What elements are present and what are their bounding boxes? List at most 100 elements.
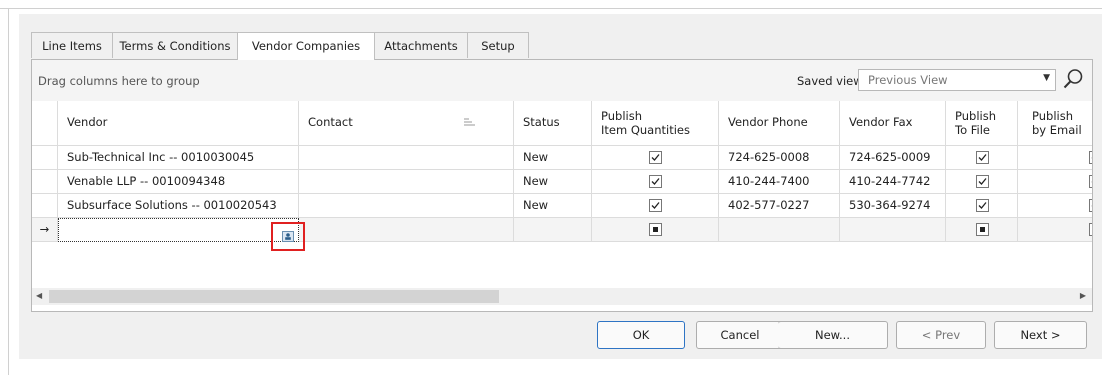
vendor-fax-cell[interactable]: 410-244-7742 xyxy=(840,170,946,194)
checkbox[interactable] xyxy=(649,175,662,188)
new-row-fax-cell[interactable] xyxy=(840,218,946,242)
publish-file-cell[interactable] xyxy=(946,146,1018,170)
publish-email-cell[interactable] xyxy=(1018,170,1092,194)
vendor-cell-text: Venable LLP -- 0010094348 xyxy=(67,174,226,188)
column-header-phone-label: Vendor Phone xyxy=(728,115,808,129)
status-cell[interactable]: New xyxy=(514,146,592,170)
new-row-publish-file-cell[interactable] xyxy=(946,218,1018,242)
vendor-fax-cell-text: 724-625-0009 xyxy=(849,150,931,164)
column-header-vendor-phone[interactable]: Vendor Phone xyxy=(719,101,840,146)
checkbox[interactable] xyxy=(975,151,989,164)
arrow-right-icon: → xyxy=(39,222,50,236)
prev-button[interactable]: < Prev xyxy=(896,321,986,349)
status-cell-text: New xyxy=(523,198,549,212)
column-header-contact[interactable]: Contact xyxy=(299,101,514,146)
new-button[interactable]: New... xyxy=(778,321,888,349)
checkbox[interactable] xyxy=(1089,223,1092,236)
column-header-publish-file[interactable]: Publish To File xyxy=(946,101,1018,146)
checkbox[interactable] xyxy=(975,175,989,188)
column-header-vendor[interactable]: Vendor xyxy=(58,101,299,146)
column-header-publish-quantities-label: Publish Item Quantities xyxy=(601,109,690,137)
status-cell-text: New xyxy=(523,174,549,188)
publish-file-cell[interactable] xyxy=(946,170,1018,194)
row-indicator-cell xyxy=(32,146,58,170)
column-header-contact-label: Contact xyxy=(308,115,353,129)
new-row-vendor-cell[interactable] xyxy=(58,218,299,242)
checkbox[interactable] xyxy=(649,199,662,212)
vendor-phone-cell-text: 410-244-7400 xyxy=(728,174,810,188)
new-row-contact-cell[interactable] xyxy=(299,218,514,242)
vendor-cell[interactable]: Sub-Technical Inc -- 0010030045 xyxy=(58,146,299,170)
tab-attachments[interactable]: Attachments xyxy=(374,32,468,58)
new-row-phone-cell[interactable] xyxy=(719,218,840,242)
column-header-vendor-label: Vendor xyxy=(67,115,108,129)
cancel-button[interactable]: Cancel xyxy=(696,321,784,349)
status-cell-text: New xyxy=(523,150,549,164)
checkbox[interactable] xyxy=(1089,199,1092,212)
vendor-grid: Drag columns here to group Saved views: … xyxy=(31,59,1093,312)
vendor-phone-cell[interactable]: 724-625-0008 xyxy=(719,146,840,170)
publish-quantities-cell[interactable] xyxy=(592,170,719,194)
checkmark-icon xyxy=(1091,157,1092,159)
contact-cell[interactable] xyxy=(299,146,514,170)
status-cell[interactable]: New xyxy=(514,170,592,194)
search-icon[interactable] xyxy=(1062,68,1084,93)
vendor-phone-cell[interactable]: 410-244-7400 xyxy=(719,170,840,194)
scrollbar-thumb[interactable] xyxy=(49,290,499,303)
vendor-phone-cell-text: 402-577-0227 xyxy=(728,198,810,212)
column-header-status-label: Status xyxy=(523,115,560,129)
vendor-phone-cell-text: 724-625-0008 xyxy=(728,150,810,164)
row-indicator-cell xyxy=(32,194,58,218)
tab-line-items[interactable]: Line Items xyxy=(31,32,113,58)
vendor-cell-text: Sub-Technical Inc -- 0010030045 xyxy=(67,150,255,164)
ok-button[interactable]: OK xyxy=(597,321,685,349)
tab-terms-conditions[interactable]: Terms & Conditions xyxy=(112,32,238,58)
column-header-vendor-fax[interactable]: Vendor Fax xyxy=(840,101,946,146)
new-row-publish-quantities-cell[interactable] xyxy=(592,218,719,242)
checkbox[interactable] xyxy=(1089,151,1092,164)
row-indicator-header xyxy=(32,101,58,146)
publish-file-cell[interactable] xyxy=(946,194,1018,218)
contact-card-icon[interactable] xyxy=(282,231,294,242)
chevron-down-icon[interactable]: ▼ xyxy=(1043,73,1050,83)
tab-vendor-companies[interactable]: Vendor Companies xyxy=(237,32,375,60)
checkmark-icon xyxy=(651,178,660,185)
column-header-publish-email[interactable]: Publish by Email xyxy=(1018,101,1092,146)
horizontal-scrollbar[interactable]: ◀ ▶ xyxy=(32,288,1092,305)
checkmark-icon xyxy=(1091,205,1092,207)
vendor-cell[interactable]: Subsurface Solutions -- 0010020543 xyxy=(58,194,299,218)
checkmark-icon xyxy=(978,154,987,161)
checkbox[interactable] xyxy=(649,151,662,164)
window-top-edge xyxy=(0,0,1102,9)
column-header-publish-email-label: Publish by Email xyxy=(1032,109,1082,137)
contact-cell[interactable] xyxy=(299,194,514,218)
tab-setup[interactable]: Setup xyxy=(467,32,529,58)
column-options-icon[interactable] xyxy=(464,118,475,127)
vendor-fax-cell[interactable]: 530-364-9274 xyxy=(840,194,946,218)
scroll-left-icon[interactable]: ◀ xyxy=(36,291,42,300)
new-row-publish-email-cell[interactable] xyxy=(1018,218,1092,242)
checkbox[interactable] xyxy=(975,199,989,212)
checkbox[interactable] xyxy=(975,223,989,236)
checkmark-icon xyxy=(651,154,660,161)
publish-email-cell[interactable] xyxy=(1018,194,1092,218)
column-header-status[interactable]: Status xyxy=(514,101,592,146)
checkbox[interactable] xyxy=(649,223,662,236)
vendor-phone-cell[interactable]: 402-577-0227 xyxy=(719,194,840,218)
publish-quantities-cell[interactable] xyxy=(592,146,719,170)
checkbox[interactable] xyxy=(1089,175,1092,188)
vendor-cell-text: Subsurface Solutions -- 0010020543 xyxy=(67,198,277,212)
saved-views-dropdown[interactable]: Previous View ▼ xyxy=(858,69,1056,91)
vendor-cell[interactable]: Venable LLP -- 0010094348 xyxy=(58,170,299,194)
contact-cell[interactable] xyxy=(299,170,514,194)
vendor-fax-cell[interactable]: 724-625-0009 xyxy=(840,146,946,170)
scroll-right-icon[interactable]: ▶ xyxy=(1080,291,1086,300)
status-cell[interactable]: New xyxy=(514,194,592,218)
next-button[interactable]: Next > xyxy=(994,321,1087,349)
group-hint-text: Drag columns here to group xyxy=(38,74,200,88)
column-header-publish-quantities[interactable]: Publish Item Quantities xyxy=(592,101,719,146)
publish-email-cell[interactable] xyxy=(1018,146,1092,170)
publish-quantities-cell[interactable] xyxy=(592,194,719,218)
column-header-publish-file-label: Publish To File xyxy=(955,109,996,137)
new-row-status-cell xyxy=(514,218,592,242)
